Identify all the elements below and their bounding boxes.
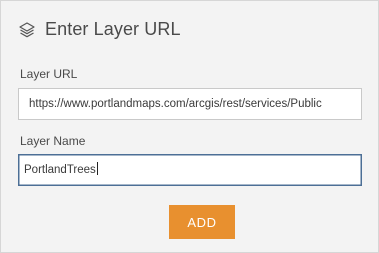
layers-icon (18, 21, 36, 39)
layer-url-label: Layer URL (20, 67, 78, 81)
dialog-title: Enter Layer URL (45, 19, 181, 39)
layer-url-input[interactable]: https://www.portlandmaps.com/arcgis/rest… (18, 88, 362, 120)
layer-name-input[interactable]: PortlandTrees (18, 154, 362, 186)
layer-name-label: Layer Name (20, 134, 86, 148)
add-button[interactable]: ADD (169, 205, 235, 239)
panel-header: Enter Layer URL (18, 19, 181, 40)
enter-layer-url-panel: Enter Layer URL Layer URL https://www.po… (0, 0, 379, 253)
layer-url-value: https://www.portlandmaps.com/arcgis/rest… (29, 98, 322, 110)
layer-name-value: PortlandTrees (24, 164, 96, 176)
text-cursor (96, 162, 98, 175)
